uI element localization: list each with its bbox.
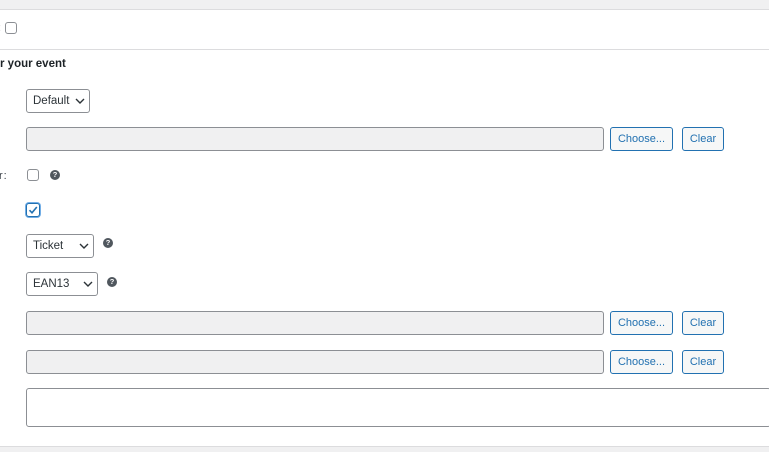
barcode-select[interactable]: EAN13 xyxy=(26,272,98,296)
barcode-select-value: EAN13 xyxy=(33,278,70,290)
type-select[interactable]: Ticket xyxy=(26,234,94,258)
chevron-down-icon xyxy=(79,243,89,249)
clear-button-2[interactable]: Clear xyxy=(682,311,724,335)
template-select[interactable]: Default xyxy=(26,89,90,113)
image-path-input-2[interactable] xyxy=(26,311,604,335)
chevron-down-icon xyxy=(83,281,93,287)
choose-button-3[interactable]: Choose... xyxy=(610,350,673,374)
clear-button-1[interactable]: Clear xyxy=(682,127,724,151)
option-checkbox[interactable] xyxy=(27,169,39,181)
type-select-value: Ticket xyxy=(33,240,64,252)
image-path-input-3[interactable] xyxy=(26,350,604,374)
top-option-checkbox[interactable] xyxy=(5,22,17,34)
option-label: r: xyxy=(0,170,8,182)
chevron-down-icon xyxy=(75,98,85,104)
help-icon[interactable]: ? xyxy=(103,238,113,248)
template-select-value: Default xyxy=(33,95,70,107)
settings-panel: : r your event Default Choose... Clear r… xyxy=(0,9,769,447)
notes-textarea[interactable] xyxy=(26,388,769,427)
help-icon[interactable]: ? xyxy=(107,277,117,287)
image-path-input-1[interactable] xyxy=(26,127,604,151)
help-icon[interactable]: ? xyxy=(50,170,60,180)
clear-button-3[interactable]: Clear xyxy=(682,350,724,374)
top-option-row: : xyxy=(0,10,769,50)
section-heading: r your event xyxy=(0,58,66,70)
choose-button-1[interactable]: Choose... xyxy=(610,127,673,151)
checkmark-icon xyxy=(28,206,38,215)
top-option-label: : xyxy=(0,22,2,34)
enabled-checkbox[interactable] xyxy=(26,203,40,217)
choose-button-2[interactable]: Choose... xyxy=(610,311,673,335)
